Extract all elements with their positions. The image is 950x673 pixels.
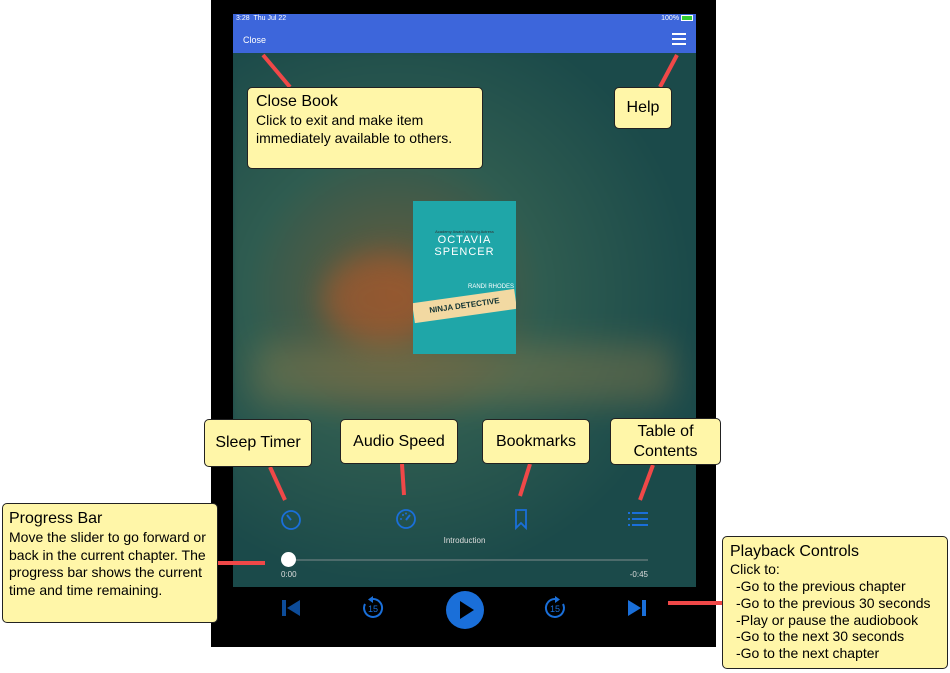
callout-list-item: -Go to the next chapter bbox=[736, 645, 880, 662]
callout-progress-bar: Progress Bar Move the slider to go forwa… bbox=[2, 503, 218, 623]
playback-controls: 15 15 bbox=[233, 587, 696, 633]
table-of-contents-icon[interactable] bbox=[627, 508, 649, 530]
battery-level: 100% bbox=[661, 15, 680, 22]
skip-forward-seconds: 15 bbox=[550, 604, 560, 614]
cover-title: NINJA DETECTIVE bbox=[413, 288, 516, 324]
callout-help: Help bbox=[614, 87, 672, 129]
callout-text: Click to: bbox=[730, 561, 780, 578]
callout-list-item: -Go to the next 30 seconds bbox=[736, 628, 905, 645]
callout-title: Help bbox=[626, 99, 660, 116]
callout-sleep-timer: Sleep Timer bbox=[204, 419, 312, 467]
callout-title: Close Book bbox=[256, 93, 338, 110]
next-chapter-icon[interactable] bbox=[624, 595, 650, 621]
book-cover: Academy Award-Winning Actress OCTAVIA SP… bbox=[413, 201, 516, 354]
callout-title: Bookmarks bbox=[495, 432, 577, 450]
close-button[interactable]: Close bbox=[243, 35, 266, 45]
audio-speed-icon[interactable] bbox=[395, 508, 417, 530]
callout-title: Progress Bar bbox=[9, 510, 103, 527]
nav-bar: Close bbox=[233, 26, 696, 53]
battery-icon bbox=[681, 15, 693, 22]
callout-text: Click to exit and make item immediately … bbox=[256, 112, 453, 146]
callout-title: Sleep Timer bbox=[215, 434, 301, 451]
chapter-title: Introduction bbox=[443, 536, 486, 545]
callout-title: Audio Speed bbox=[353, 432, 445, 450]
callout-playback-controls: Playback Controls Click to: -Go to the p… bbox=[722, 536, 948, 669]
cover-author: OCTAVIA SPENCER bbox=[434, 234, 495, 258]
elapsed-time: 0:00 bbox=[281, 570, 297, 579]
callout-text: Move the slider to go forward or back in… bbox=[9, 529, 206, 598]
callout-list-item: -Play or pause the audiobook bbox=[736, 611, 919, 628]
callout-list-item: -Go to the previous 30 seconds bbox=[736, 594, 931, 611]
callout-table-of-contents: Table of Contents bbox=[610, 418, 721, 465]
status-date: Thu Jul 22 bbox=[253, 15, 287, 22]
remaining-time: -0:45 bbox=[629, 570, 648, 579]
status-time: 3:28 bbox=[236, 15, 250, 22]
callout-list-item: -Go to the previous chapter bbox=[736, 577, 906, 594]
skip-back-icon[interactable]: 15 bbox=[360, 595, 386, 621]
sleep-timer-icon[interactable] bbox=[280, 508, 302, 530]
skip-forward-icon[interactable]: 15 bbox=[542, 595, 568, 621]
progress-slider-thumb[interactable] bbox=[281, 552, 296, 567]
previous-chapter-icon[interactable] bbox=[278, 595, 304, 621]
callout-title: Playback Controls bbox=[730, 543, 859, 560]
progress-slider[interactable] bbox=[288, 559, 648, 561]
skip-back-seconds: 15 bbox=[368, 604, 378, 614]
callout-close-book: Close Book Click to exit and make item i… bbox=[247, 87, 483, 169]
callout-bookmarks: Bookmarks bbox=[482, 419, 590, 464]
callout-title: Table of Contents bbox=[633, 423, 698, 460]
bookmark-icon[interactable] bbox=[510, 508, 532, 530]
play-button[interactable] bbox=[445, 590, 485, 630]
status-bar: 3:28 Thu Jul 22 100% bbox=[233, 14, 696, 26]
hamburger-menu-icon[interactable] bbox=[672, 33, 686, 45]
callout-audio-speed: Audio Speed bbox=[340, 419, 458, 464]
